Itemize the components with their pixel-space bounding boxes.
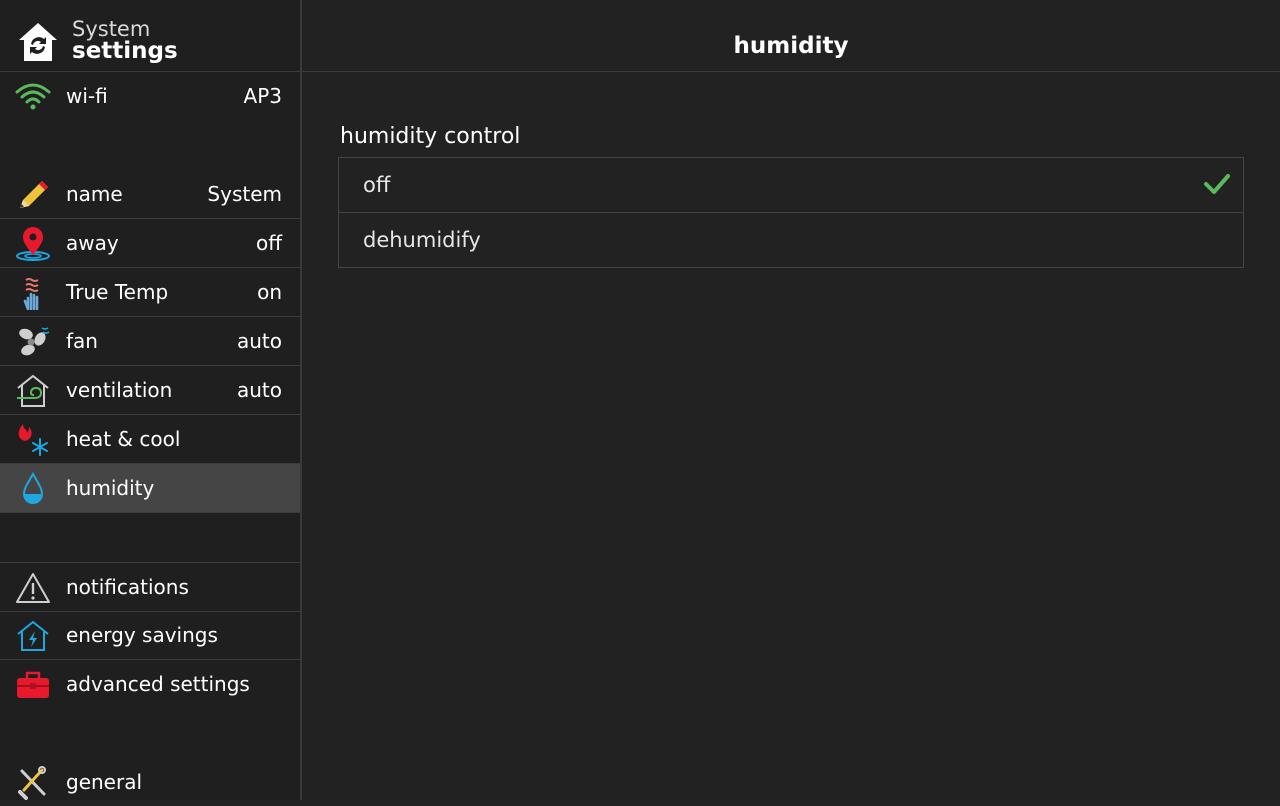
option-label: dehumidify (363, 228, 481, 252)
warning-triangle-icon (16, 573, 50, 603)
option-off[interactable]: off (339, 158, 1243, 212)
fan-icon (19, 327, 50, 356)
humidity-options-list: off dehumidify (338, 157, 1244, 268)
toolbox-icon (17, 671, 49, 698)
sidebar-item-label: energy savings (66, 623, 218, 647)
sidebar-item-value: auto (236, 329, 282, 353)
sidebar-item-label: wi-fi (66, 84, 108, 108)
sidebar-item-label: general (66, 770, 143, 794)
sidebar-item-value: on (257, 280, 282, 304)
house-bolt-icon (17, 620, 49, 651)
sidebar-item-ventilation[interactable]: ventilation auto (0, 366, 300, 415)
hand-heat-icon (23, 278, 39, 310)
sidebar-item-label: advanced settings (66, 672, 250, 696)
sidebar-item-advanced[interactable]: advanced settings (0, 660, 300, 708)
option-dehumidify[interactable]: dehumidify (339, 212, 1243, 267)
header-title-line2: settings (72, 38, 178, 64)
sidebar-item-value: auto (236, 378, 282, 402)
location-pin-icon (16, 227, 50, 261)
option-label: off (363, 173, 391, 197)
sidebar-item-general[interactable]: general (0, 758, 300, 806)
sidebar-item-label: away (66, 231, 119, 255)
water-drop-icon (22, 472, 44, 504)
main-header: humidity (302, 0, 1280, 72)
sidebar-item-label: notifications (66, 575, 189, 599)
house-air-icon (17, 374, 49, 407)
sidebar-item-value: off (255, 231, 282, 255)
sidebar-item-away[interactable]: away off (0, 219, 300, 268)
sidebar-item-label: True Temp (66, 280, 169, 304)
page-title: humidity (733, 33, 849, 59)
sidebar: System settings wi-fi AP3 name System aw… (0, 0, 302, 800)
sidebar-header: System settings (0, 0, 300, 72)
sidebar-item-fan[interactable]: fan auto (0, 317, 300, 366)
flame-snowflake-icon (18, 424, 48, 456)
sidebar-item-label: ventilation (66, 378, 173, 402)
sidebar-item-name[interactable]: name System (0, 170, 300, 219)
humidity-control-label: humidity control (340, 124, 521, 149)
sidebar-item-heatcool[interactable]: heat & cool (0, 415, 300, 464)
sidebar-item-label: humidity (66, 476, 155, 500)
pencil-icon (20, 181, 48, 208)
sidebar-item-label: name (66, 182, 123, 206)
sidebar-item-value: System (207, 182, 282, 206)
sidebar-item-label: fan (66, 329, 98, 353)
checkmark-icon (1204, 174, 1230, 194)
sidebar-item-wifi[interactable]: wi-fi AP3 (0, 72, 300, 120)
tools-icon (18, 766, 46, 800)
wifi-icon (15, 83, 51, 110)
home-logo-icon (19, 23, 57, 61)
sidebar-item-humidity[interactable]: humidity (0, 464, 300, 513)
sidebar-item-value: AP3 (243, 84, 282, 108)
sidebar-item-notifications[interactable]: notifications (0, 562, 300, 612)
sidebar-item-truetemp[interactable]: True Temp on (0, 268, 300, 317)
sidebar-item-label: heat & cool (66, 427, 181, 451)
sidebar-item-energy[interactable]: energy savings (0, 611, 300, 660)
